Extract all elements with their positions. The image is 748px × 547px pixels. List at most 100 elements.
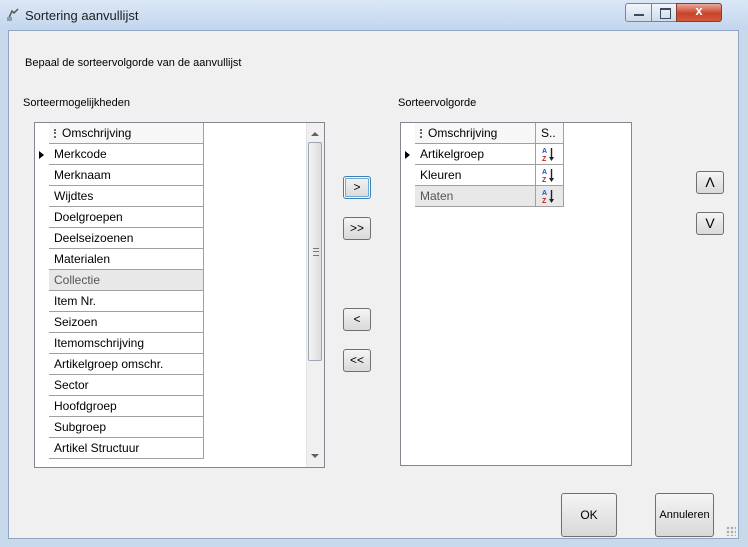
svg-text:Z: Z: [542, 198, 547, 204]
sort-direction-cell[interactable]: AZ: [536, 186, 564, 207]
available-row[interactable]: Hoofdgroep: [35, 396, 324, 417]
field-name-cell[interactable]: Item Nr.: [49, 291, 204, 312]
field-name-cell[interactable]: Wijdtes: [49, 186, 204, 207]
row-header[interactable]: [35, 417, 49, 438]
available-row[interactable]: Materialen: [35, 249, 324, 270]
current-row-arrow-icon: [39, 151, 44, 159]
available-row[interactable]: Artikel Structuur: [35, 438, 324, 459]
svg-text:Z: Z: [542, 156, 547, 162]
sort-order-grid[interactable]: Omschrijving S.. Artikelgroep A Z Kleuren A Z…: [400, 122, 632, 466]
column-grip-icon: [420, 129, 424, 138]
available-row[interactable]: Subgroep: [35, 417, 324, 438]
minimize-button[interactable]: [625, 3, 652, 22]
row-header[interactable]: [35, 438, 49, 459]
sort-order-row[interactable]: Kleuren A Z: [401, 165, 631, 186]
close-button[interactable]: x: [676, 3, 722, 22]
row-header[interactable]: [35, 333, 49, 354]
row-header[interactable]: [35, 396, 49, 417]
field-name-cell[interactable]: Collectie: [49, 270, 204, 291]
row-header[interactable]: [35, 228, 49, 249]
sort-ascending-icon: AZ: [542, 169, 554, 183]
window-title: Sortering aanvullijst: [25, 8, 139, 23]
available-row[interactable]: Sector: [35, 375, 324, 396]
column-header-omschrijving[interactable]: Omschrijving: [49, 123, 204, 144]
available-row[interactable]: Artikelgroep omschr.: [35, 354, 324, 375]
column-grip-icon: [54, 129, 58, 138]
available-row[interactable]: Doelgroepen: [35, 207, 324, 228]
remove-one-button[interactable]: <: [343, 308, 371, 331]
row-header[interactable]: [35, 249, 49, 270]
row-header[interactable]: [35, 375, 49, 396]
field-name-cell[interactable]: Merkcode: [49, 144, 204, 165]
vertical-scrollbar[interactable]: [306, 123, 324, 467]
row-header[interactable]: [35, 165, 49, 186]
sort-order-label: Sorteervolgorde: [398, 97, 477, 109]
title-bar[interactable]: Sortering aanvullijst x: [0, 0, 748, 30]
sort-ascending-icon: AZ: [542, 190, 554, 204]
row-header[interactable]: [401, 186, 415, 207]
sort-order-row[interactable]: Maten A Z: [401, 186, 631, 207]
field-name-cell[interactable]: Hoofdgroep: [49, 396, 204, 417]
field-name-cell[interactable]: Sector: [49, 375, 204, 396]
row-header[interactable]: [35, 207, 49, 228]
sort-field-cell[interactable]: Artikelgroep: [415, 144, 536, 165]
field-name-cell[interactable]: Artikelgroep omschr.: [49, 354, 204, 375]
row-header[interactable]: [401, 165, 415, 186]
available-row[interactable]: Wijdtes: [35, 186, 324, 207]
field-name-cell[interactable]: Materialen: [49, 249, 204, 270]
maximize-button[interactable]: [651, 3, 677, 22]
svg-text:A: A: [542, 148, 547, 155]
field-name-cell[interactable]: Deelseizoenen: [49, 228, 204, 249]
svg-text:A: A: [542, 190, 547, 197]
scroll-down-icon[interactable]: [311, 454, 319, 458]
available-label: Sorteermogelijkheden: [23, 97, 131, 109]
current-row-arrow-icon: [405, 151, 410, 159]
resize-grip-icon[interactable]: [726, 526, 736, 536]
column-header-sort-direction[interactable]: S..: [536, 123, 564, 144]
row-header[interactable]: [35, 186, 49, 207]
available-row[interactable]: Itemomschrijving: [35, 333, 324, 354]
row-header[interactable]: [35, 312, 49, 333]
thumb-grip-icon: [313, 248, 319, 256]
row-header[interactable]: [401, 144, 415, 165]
field-name-cell[interactable]: Doelgroepen: [49, 207, 204, 228]
svg-text:A: A: [542, 169, 547, 176]
sort-field-cell[interactable]: Kleuren: [415, 165, 536, 186]
move-down-button[interactable]: V: [696, 212, 724, 235]
sort-ascending-icon: AZ: [542, 148, 554, 162]
available-row[interactable]: Deelseizoenen: [35, 228, 324, 249]
field-name-cell[interactable]: Seizoen: [49, 312, 204, 333]
available-fields-grid[interactable]: Omschrijving Merkcode Merknaam Wijdtes Doel…: [34, 122, 325, 468]
row-header[interactable]: [35, 144, 49, 165]
available-row[interactable]: Merkcode: [35, 144, 324, 165]
row-header[interactable]: [35, 270, 49, 291]
field-name-cell[interactable]: Itemomschrijving: [49, 333, 204, 354]
move-up-button[interactable]: Λ: [696, 171, 724, 194]
remove-all-button[interactable]: <<: [343, 349, 371, 372]
sort-direction-cell[interactable]: AZ: [536, 165, 564, 186]
available-row[interactable]: Item Nr.: [35, 291, 324, 312]
available-row[interactable]: Collectie: [35, 270, 324, 291]
add-one-button[interactable]: >: [343, 176, 371, 199]
close-icon: x: [695, 3, 703, 18]
sort-direction-cell[interactable]: AZ: [536, 144, 564, 165]
app-icon: [7, 8, 19, 21]
field-name-cell[interactable]: Artikel Structuur: [49, 438, 204, 459]
scrollbar-thumb[interactable]: [308, 142, 322, 361]
field-name-cell[interactable]: Merknaam: [49, 165, 204, 186]
available-row[interactable]: Seizoen: [35, 312, 324, 333]
scroll-up-icon[interactable]: [311, 132, 319, 136]
cancel-button[interactable]: Annuleren: [655, 493, 714, 537]
instruction-text: Bepaal de sorteervolgorde van de aanvull…: [25, 57, 242, 69]
dialog-client-area: Bepaal de sorteervolgorde van de aanvull…: [8, 30, 739, 539]
available-row[interactable]: Merknaam: [35, 165, 324, 186]
grid-header-row: Omschrijving S..: [401, 123, 631, 144]
row-header[interactable]: [35, 291, 49, 312]
row-header[interactable]: [35, 354, 49, 375]
sort-order-row[interactable]: Artikelgroep A Z: [401, 144, 631, 165]
ok-button[interactable]: OK: [561, 493, 617, 537]
add-all-button[interactable]: >>: [343, 217, 371, 240]
sort-field-cell[interactable]: Maten: [415, 186, 536, 207]
field-name-cell[interactable]: Subgroep: [49, 417, 204, 438]
column-header-omschrijving[interactable]: Omschrijving: [415, 123, 536, 144]
